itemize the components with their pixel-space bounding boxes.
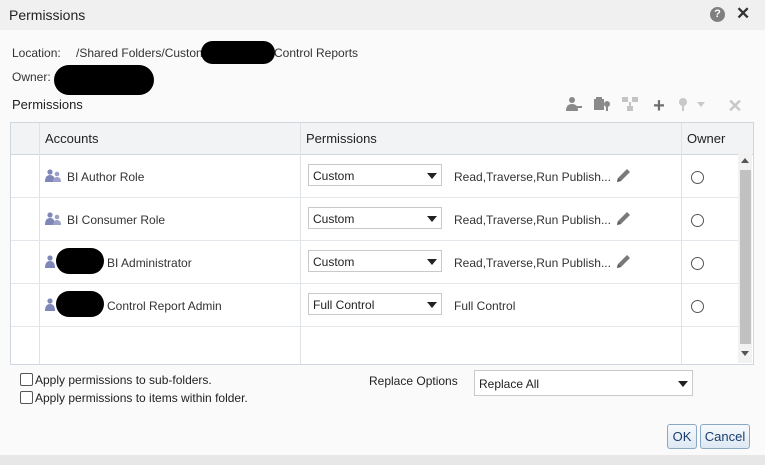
column-header-permissions[interactable]: Permissions xyxy=(306,131,377,146)
permission-select[interactable]: Custom xyxy=(308,164,442,186)
owner-label: Owner: xyxy=(12,70,51,84)
redaction-mark xyxy=(201,41,275,64)
dropdown-arrow-icon xyxy=(427,302,437,308)
permission-details: Read,Traverse,Run Publish... xyxy=(454,256,611,270)
redaction-mark xyxy=(56,248,104,274)
add-icon[interactable]: + xyxy=(649,96,669,116)
help-icon[interactable]: ? xyxy=(710,7,725,22)
dialog-title: Permissions xyxy=(9,7,86,23)
permission-select-value: Custom xyxy=(313,255,355,269)
account-name: BI Author Role xyxy=(67,170,145,184)
table-row[interactable]: BI Administrator Custom Read,Traverse,Ru… xyxy=(11,241,738,284)
replace-options-label: Replace Options xyxy=(369,374,458,388)
apply-subfolders-checkbox[interactable] xyxy=(20,373,33,386)
dropdown-arrow-icon xyxy=(427,173,437,179)
account-name: BI Administrator xyxy=(107,256,192,270)
table-scrollbar[interactable] xyxy=(738,154,752,363)
apply-items-label[interactable]: Apply permissions to items within folder… xyxy=(35,391,248,405)
permission-select-value: Full Control xyxy=(313,298,375,312)
delete-icon[interactable]: ✕ xyxy=(725,96,745,116)
account-name: BI Consumer Role xyxy=(67,213,166,227)
title-bar: Permissions ? ✕ xyxy=(0,0,765,30)
cancel-button[interactable]: Cancel xyxy=(700,424,750,449)
dropdown-arrow-icon xyxy=(678,381,688,387)
permission-select-value: Custom xyxy=(313,212,355,226)
location-value-start: /Shared Folders/Custon xyxy=(76,46,203,60)
scroll-up-icon[interactable] xyxy=(741,158,749,163)
table-row[interactable]: BI Author Role Custom Read,Traverse,Run … xyxy=(11,155,738,198)
permission-details: Read,Traverse,Run Publish... xyxy=(454,170,611,184)
column-header-owner[interactable]: Owner xyxy=(687,131,725,146)
location-label: Location: xyxy=(12,46,61,60)
permissions-dialog: Permissions ? ✕ Location: /Shared Folder… xyxy=(0,0,765,465)
dropdown-arrow-icon xyxy=(427,216,437,222)
permission-details: Read,Traverse,Run Publish... xyxy=(454,213,611,227)
redaction-mark xyxy=(54,65,154,95)
hierarchy-icon[interactable] xyxy=(620,96,640,116)
permission-select[interactable]: Full Control xyxy=(308,293,442,315)
add-user-icon[interactable] xyxy=(564,96,584,116)
permissions-table: Accounts Permissions Owner BI Author Rol… xyxy=(10,122,754,365)
owner-radio[interactable] xyxy=(691,214,704,227)
apply-subfolders-label[interactable]: Apply permissions to sub-folders. xyxy=(35,373,212,387)
permission-details: Full Control xyxy=(454,299,516,313)
add-application-role-icon[interactable] xyxy=(592,96,612,116)
redaction-mark xyxy=(56,291,104,317)
permissions-section-title: Permissions xyxy=(12,97,83,112)
replace-options-value: Replace All xyxy=(479,377,540,391)
replace-options-select[interactable]: Replace All xyxy=(474,370,693,396)
owner-radio[interactable] xyxy=(691,171,704,184)
scrollbar-thumb[interactable] xyxy=(740,170,751,344)
owner-radio[interactable] xyxy=(691,300,704,313)
ok-button[interactable]: OK xyxy=(667,424,697,449)
owner-radio[interactable] xyxy=(691,257,704,270)
key-menu-icon[interactable] xyxy=(677,96,707,116)
close-icon[interactable]: ✕ xyxy=(736,5,750,23)
permission-select[interactable]: Custom xyxy=(308,250,442,272)
column-header-accounts[interactable]: Accounts xyxy=(45,131,98,146)
scroll-down-icon[interactable] xyxy=(741,351,749,356)
apply-items-checkbox[interactable] xyxy=(20,391,33,404)
table-row[interactable]: Control Report Admin Full Control Full C… xyxy=(11,284,738,327)
permission-select-value: Custom xyxy=(313,169,355,183)
permission-select[interactable]: Custom xyxy=(308,207,442,229)
edit-pencil-icon[interactable] xyxy=(614,167,632,185)
dropdown-arrow-icon xyxy=(427,259,437,265)
application-role-icon xyxy=(45,169,63,183)
edit-pencil-icon[interactable] xyxy=(614,210,632,228)
account-name: Control Report Admin xyxy=(107,299,222,313)
location-value-end: Control Reports xyxy=(274,46,359,60)
edit-pencil-icon[interactable] xyxy=(614,253,632,271)
table-row[interactable]: BI Consumer Role Custom Read,Traverse,Ru… xyxy=(11,198,738,241)
application-role-icon xyxy=(45,212,63,226)
background-window-strip xyxy=(0,455,765,465)
table-header: Accounts Permissions Owner xyxy=(11,123,753,155)
